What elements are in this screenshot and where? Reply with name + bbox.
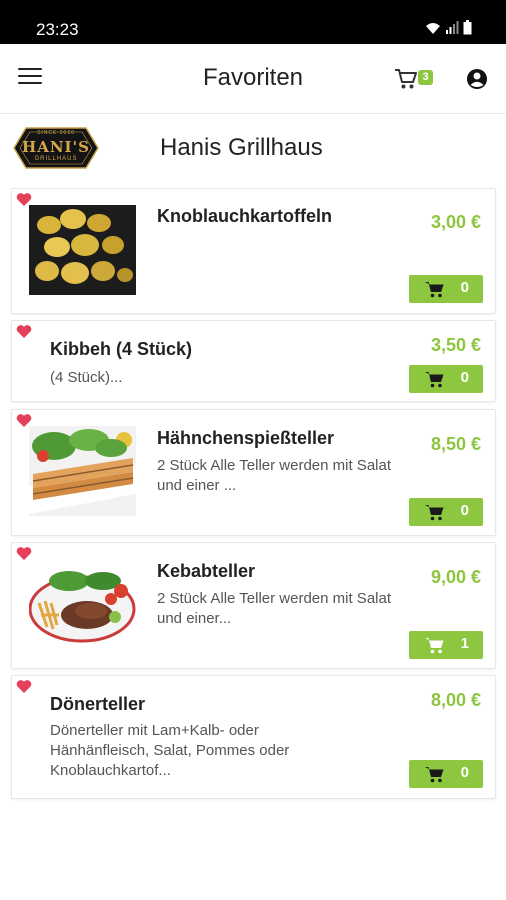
restaurant-header: SINCE 2020 HANI'S GRILLHAUS Hanis Grillh… <box>0 114 506 182</box>
item-description: (4 Stück)... <box>50 369 123 386</box>
item-quantity: 0 <box>460 764 469 781</box>
cart-icon <box>425 638 444 654</box>
logo-sub-text: GRILLHAUS <box>34 156 78 162</box>
signal-icon <box>446 21 459 34</box>
restaurant-logo: SINCE 2020 HANI'S GRILLHAUS <box>6 120 106 176</box>
app-bar: Favoriten 3 <box>0 44 506 114</box>
item-price: 8,00 € <box>430 690 481 710</box>
item-quantity: 0 <box>460 369 469 386</box>
account-button[interactable] <box>466 68 488 90</box>
add-to-cart-button[interactable]: 0 <box>409 498 483 526</box>
item-image <box>29 205 136 295</box>
cart-icon <box>425 372 444 388</box>
item-name: Knoblauchkartoffeln <box>157 206 333 226</box>
add-to-cart-button[interactable]: 1 <box>409 631 483 659</box>
item-name: Kebabteller <box>157 561 256 581</box>
favorite-item-card[interactable]: Kebabteller 2 Stück Alle Teller werden m… <box>11 542 496 669</box>
account-icon <box>467 69 487 89</box>
add-to-cart-button[interactable]: 0 <box>409 275 483 303</box>
item-image <box>29 559 136 649</box>
cart-icon <box>425 505 444 521</box>
favorite-item-card[interactable]: Knoblauchkartoffeln 3,00 € 0 <box>11 188 496 314</box>
restaurant-name: Hanis Grillhaus <box>160 134 323 161</box>
item-quantity: 0 <box>460 502 469 519</box>
heart-icon[interactable] <box>16 324 32 339</box>
item-quantity: 1 <box>460 635 469 652</box>
status-bar: 23:23 <box>0 0 506 44</box>
item-price: 3,50 € <box>430 335 481 355</box>
item-image <box>29 426 136 516</box>
favorite-item-card[interactable]: Kibbeh (4 Stück) (4 Stück)... 3,50 € 0 <box>11 320 496 402</box>
item-quantity: 0 <box>460 279 469 296</box>
status-icons <box>425 20 472 35</box>
battery-icon <box>463 20 472 35</box>
add-to-cart-button[interactable]: 0 <box>409 760 483 788</box>
item-name: Hähnchenspießteller <box>157 428 335 448</box>
item-description: 2 Stück Alle Teller werden mit Salat und… <box>157 457 392 494</box>
item-description: 2 Stück Alle Teller werden mit Salat und… <box>157 590 392 627</box>
item-description: Dönerteller mit Lam+Kalb- oder Hänhänfle… <box>50 722 290 779</box>
logo-top-text: SINCE 2020 <box>37 130 75 136</box>
item-price: 9,00 € <box>430 567 481 587</box>
favorite-item-card[interactable]: Hähnchenspießteller 2 Stück Alle Teller … <box>11 409 496 536</box>
heart-icon[interactable] <box>16 679 32 694</box>
item-name: Dönerteller <box>50 694 146 714</box>
item-name: Kibbeh (4 Stück) <box>50 339 193 359</box>
logo-text: HANI'S <box>22 138 90 156</box>
cart-button[interactable]: 3 <box>394 66 438 92</box>
cart-icon <box>395 69 417 89</box>
cart-icon <box>425 282 444 298</box>
item-price: 3,00 € <box>430 212 481 232</box>
cart-icon <box>425 767 444 783</box>
item-price: 8,50 € <box>430 434 481 454</box>
wifi-icon <box>426 23 440 34</box>
favorite-item-card[interactable]: Dönerteller Dönerteller mit Lam+Kalb- od… <box>11 675 496 799</box>
cart-count-badge: 3 <box>418 70 433 85</box>
status-time: 23:23 <box>36 20 79 39</box>
add-to-cart-button[interactable]: 0 <box>409 365 483 393</box>
